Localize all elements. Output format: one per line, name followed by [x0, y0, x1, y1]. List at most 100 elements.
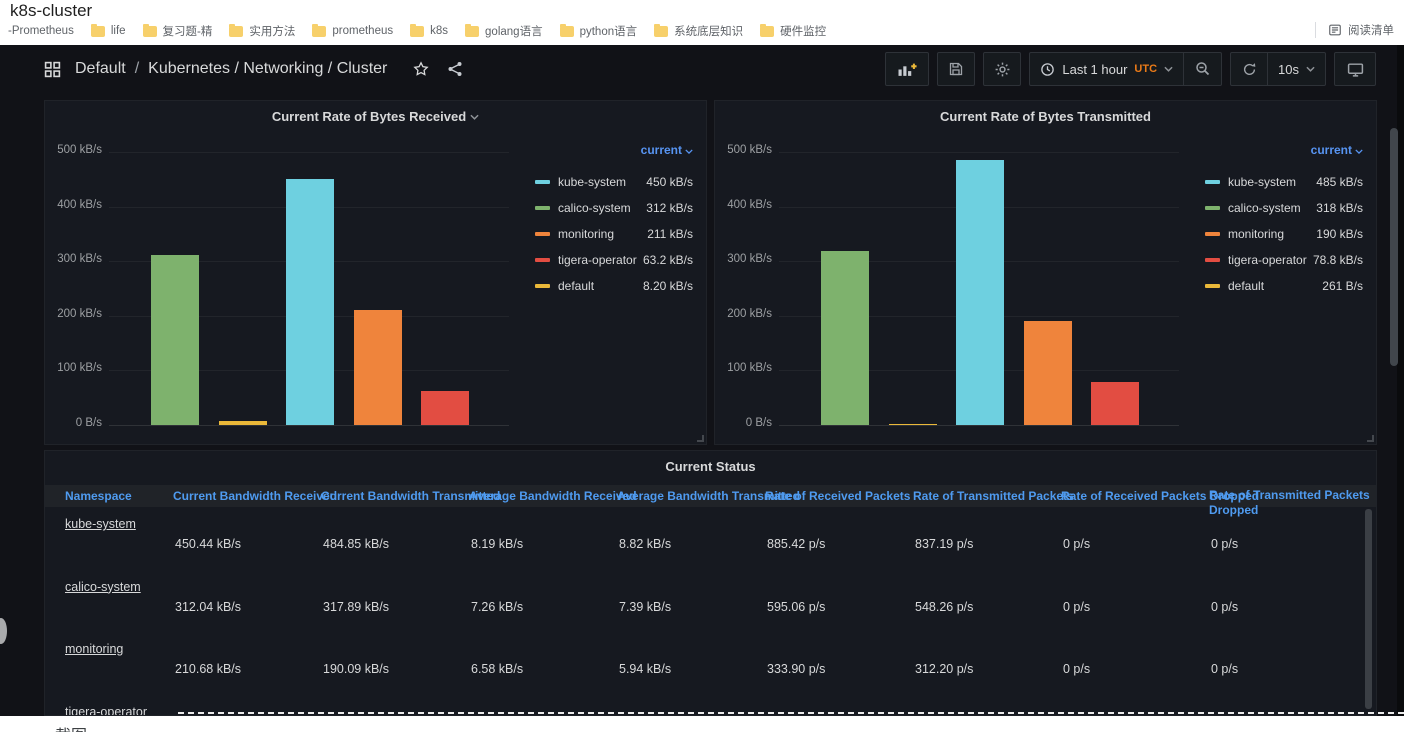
y-axis-label: 400 kB/s: [45, 199, 102, 211]
legend-series-name: monitoring: [558, 227, 614, 241]
bookmark-item[interactable]: 系统底层知识: [654, 23, 743, 39]
legend-item[interactable]: default261 B/s: [1205, 273, 1363, 299]
panel-resize-handle[interactable]: [697, 435, 704, 442]
legend-series-name: tigera-operator: [558, 253, 637, 267]
legend-item[interactable]: tigera-operator63.2 kB/s: [535, 247, 693, 273]
legend-color-swatch: [1205, 258, 1220, 262]
page-title: k8s-cluster: [10, 1, 92, 21]
time-range-picker[interactable]: Last 1 hour UTC: [1029, 52, 1184, 86]
screenshot-selection-dashed-line: [178, 712, 1404, 714]
bookmark-item[interactable]: -Prometheus: [8, 25, 74, 37]
bar-kube-system[interactable]: [956, 160, 1004, 425]
breadcrumb-folder[interactable]: Default: [75, 60, 126, 78]
bar-monitoring[interactable]: [1024, 321, 1072, 425]
namespace-link[interactable]: monitoring: [65, 642, 123, 656]
bookmark-item[interactable]: 复习题-精: [143, 23, 213, 39]
table-cell: 484.85 kB/s: [323, 537, 389, 551]
legend-item[interactable]: monitoring 211 kB/s: [535, 221, 693, 247]
table-cell: 312.04 kB/s: [175, 600, 241, 614]
save-dashboard-button[interactable]: [937, 52, 975, 86]
legend-current-value: 8.20 kB/s: [643, 279, 693, 293]
bar-calico-system[interactable]: [821, 251, 869, 425]
bookmark-item[interactable]: golang语言: [465, 23, 543, 39]
grafana-dashboard: Default / Kubernetes / Networking / Clus…: [0, 45, 1404, 716]
refresh-interval-dropdown[interactable]: 10s: [1268, 52, 1326, 86]
y-axis-label: 400 kB/s: [715, 199, 772, 211]
legend-item[interactable]: kube-system485 kB/s: [1205, 169, 1363, 195]
namespace-link[interactable]: calico-system: [65, 580, 141, 594]
table-scrollbar-thumb[interactable]: [1365, 509, 1372, 709]
refresh-button[interactable]: [1230, 52, 1268, 86]
chevron-down-icon: [1355, 149, 1363, 154]
bookmark-item[interactable]: life: [91, 25, 126, 37]
bar-tigera-operator[interactable]: [1091, 382, 1139, 425]
legend-current-value: 312 kB/s: [646, 201, 693, 215]
star-icon[interactable]: [413, 61, 429, 77]
page-scrollbar-thumb[interactable]: [1390, 128, 1398, 366]
y-axis-label: 0 B/s: [45, 417, 102, 429]
panel-current-status: Current Status NamespaceCurrent Bandwidt…: [44, 450, 1377, 716]
bar-monitoring[interactable]: [354, 310, 402, 425]
legend-series-name: kube-system: [1228, 175, 1296, 189]
legend-current-value: 211 kB/s: [647, 227, 693, 241]
bookmark-item[interactable]: 硬件监控: [760, 23, 826, 39]
namespace-link[interactable]: tigera-operator: [65, 705, 147, 717]
y-axis-label: 500 kB/s: [715, 144, 772, 156]
legend-header-text: current: [1311, 143, 1352, 157]
bookmark-item[interactable]: k8s: [410, 25, 448, 37]
bar-default[interactable]: [889, 424, 937, 425]
y-axis-label: 200 kB/s: [715, 308, 772, 320]
reading-list-label: 阅读清单: [1348, 22, 1394, 38]
bookmark-label: 硬件监控: [780, 23, 826, 39]
dashboard-navbar: Default / Kubernetes / Networking / Clus…: [0, 45, 1404, 93]
add-panel-button[interactable]: [885, 52, 929, 86]
legend-sort-current[interactable]: current: [641, 143, 693, 157]
reading-list-button[interactable]: 阅读清单: [1315, 22, 1394, 38]
legend-color-swatch: [1205, 232, 1220, 236]
legend-color-swatch: [1205, 180, 1220, 184]
time-range-label: Last 1 hour: [1062, 62, 1127, 77]
bookmark-label: life: [111, 25, 126, 37]
chevron-down-icon: [1306, 66, 1315, 72]
bar-kube-system[interactable]: [286, 179, 334, 425]
dashboard-settings-button[interactable]: [983, 52, 1021, 86]
y-axis-label: 0 B/s: [715, 417, 772, 429]
bookmark-item[interactable]: python语言: [560, 23, 638, 39]
table-cell: 885.42 p/s: [767, 537, 825, 551]
bookmark-label: 实用方法: [249, 23, 295, 39]
y-axis-label: 300 kB/s: [715, 253, 772, 265]
table-cell: 8.82 kB/s: [619, 537, 671, 551]
table-cell: 312.20 p/s: [915, 662, 973, 676]
legend-item[interactable]: kube-system450 kB/s: [535, 169, 693, 195]
legend-current-value: 318 kB/s: [1316, 201, 1363, 215]
table-cell: 0 p/s: [1211, 662, 1238, 676]
table-cell: 8.19 kB/s: [471, 537, 523, 551]
bookmark-item[interactable]: 实用方法: [229, 23, 295, 39]
table-cell: 0 p/s: [1063, 662, 1090, 676]
legend-item[interactable]: monitoring190 kB/s: [1205, 221, 1363, 247]
folder-icon: [312, 26, 326, 37]
breadcrumb-dashboard-title[interactable]: Kubernetes / Networking / Cluster: [148, 60, 387, 78]
table-cell: 7.39 kB/s: [619, 600, 671, 614]
zoom-out-button[interactable]: [1184, 52, 1222, 86]
legend-item[interactable]: tigera-operator78.8 kB/s: [1205, 247, 1363, 273]
folder-icon: [465, 26, 479, 37]
legend-sort-current[interactable]: current: [1311, 143, 1363, 157]
gridline: [109, 425, 509, 426]
bookmark-item[interactable]: prometheus: [312, 25, 393, 37]
tv-mode-button[interactable]: [1334, 52, 1376, 86]
legend-color-swatch: [1205, 284, 1220, 288]
namespace-link[interactable]: kube-system: [65, 517, 136, 531]
legend-item[interactable]: calico-system312 kB/s: [535, 195, 693, 221]
panel-resize-handle[interactable]: [1367, 435, 1374, 442]
share-icon[interactable]: [447, 61, 463, 77]
bar-tigera-operator[interactable]: [421, 391, 469, 426]
legend-color-swatch: [535, 258, 550, 262]
legend-item[interactable]: default8.20 kB/s: [535, 273, 693, 299]
clock-icon: [1040, 62, 1055, 77]
bar-calico-system[interactable]: [151, 255, 199, 425]
bar-default[interactable]: [219, 421, 267, 425]
legend-item[interactable]: calico-system318 kB/s: [1205, 195, 1363, 221]
apps-grid-icon[interactable]: [44, 61, 61, 78]
legend-series-name: default: [1228, 279, 1264, 293]
